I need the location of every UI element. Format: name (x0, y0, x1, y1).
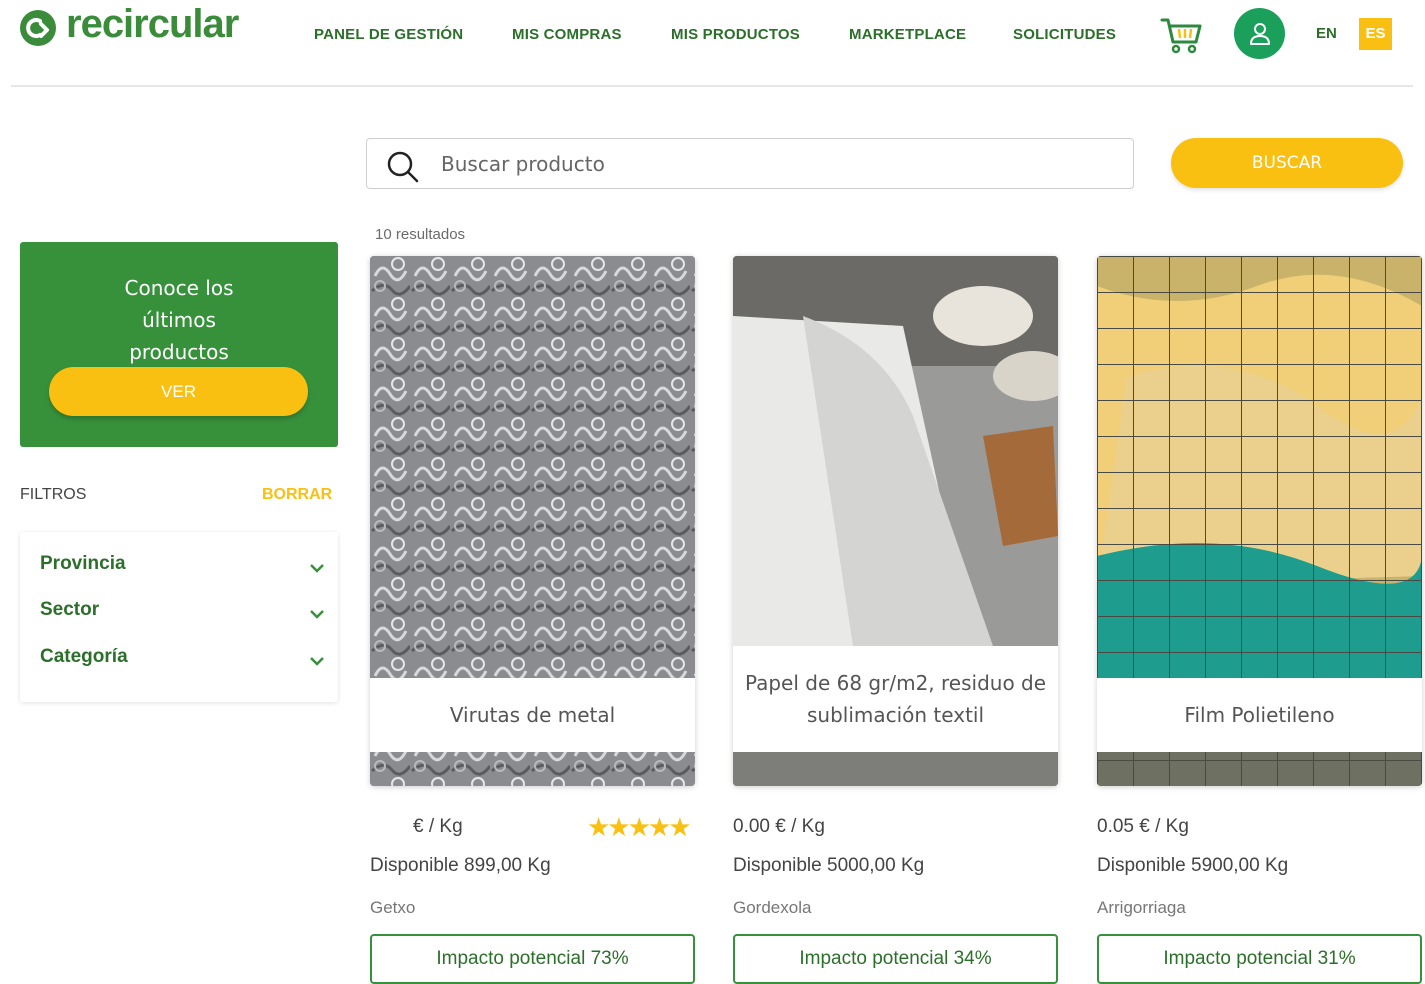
brand-name: recircular (66, 2, 239, 46)
promo-box: Conoce los últimos productos VER (20, 242, 338, 447)
filters-box: Provincia Sector Categoría (20, 532, 338, 702)
user-icon (1250, 23, 1270, 45)
filter-provincia[interactable]: Provincia (40, 553, 325, 583)
header-divider (11, 85, 1413, 87)
product-city: Arrigorriaga (1097, 898, 1186, 917)
filter-label: Sector (40, 599, 100, 620)
filter-sector[interactable]: Sector (40, 599, 325, 629)
product-price: 0.00 € / Kg (733, 816, 825, 837)
promo-text: Conoce los últimos productos (124, 276, 234, 364)
impact-button[interactable]: Impacto potencial 34% (733, 934, 1058, 984)
filter-categoria[interactable]: Categoría (40, 646, 325, 676)
filter-label: Categoría (40, 646, 128, 667)
header: recircular PANEL DE GESTIÓN MIS COMPRAS … (0, 0, 1425, 86)
results-count: 10 resultados (375, 226, 466, 243)
product-title: Virutas de metal (449, 703, 616, 727)
product-title-box: Virutas de metal (370, 678, 695, 752)
chevron-down-icon (310, 610, 324, 619)
nav-mis-compras[interactable]: MIS COMPRAS (512, 26, 622, 43)
product-card[interactable]: Papel de 68 gr/m2, residuo de sublimació… (733, 256, 1058, 786)
logo[interactable]: recircular (20, 2, 239, 47)
product-availability: Disponible 5900,00 Kg (1097, 855, 1289, 876)
impact-button[interactable]: Impacto potencial 73% (370, 934, 695, 984)
product-card[interactable]: Virutas de metal (370, 256, 695, 786)
impact-button[interactable]: Impacto potencial 31% (1097, 934, 1422, 984)
product-availability: Disponible 899,00 Kg (370, 855, 551, 876)
promo-ver-button[interactable]: VER (49, 367, 308, 416)
search-icon (387, 151, 419, 183)
product-rating-stars: ★★★★★ (587, 812, 692, 842)
search-input[interactable] (441, 149, 1101, 179)
product-title-box: Film Polietileno (1097, 678, 1422, 752)
search-box[interactable] (366, 138, 1134, 189)
product-price: € / Kg (413, 816, 463, 837)
filters-title: FILTROS (20, 486, 87, 503)
product-title: Papel de 68 gr/m2, residuo de sublimació… (744, 671, 1047, 727)
filter-label: Provincia (40, 553, 126, 574)
cart-icon[interactable] (1160, 14, 1204, 56)
nav-mis-productos[interactable]: MIS PRODUCTOS (671, 26, 800, 43)
product-title-box: Papel de 68 gr/m2, residuo de sublimació… (733, 646, 1058, 752)
search-button[interactable]: BUSCAR (1171, 138, 1403, 188)
chevron-down-icon (310, 564, 324, 573)
product-card[interactable]: Film Polietileno (1097, 256, 1422, 786)
filters-clear-button[interactable]: BORRAR (262, 486, 332, 504)
product-city: Getxo (370, 898, 416, 917)
nav-solicitudes[interactable]: SOLICITUDES (1013, 26, 1116, 43)
product-price: 0.05 € / Kg (1097, 816, 1189, 837)
product-title: Film Polietileno (1184, 703, 1335, 727)
nav-marketplace[interactable]: MARKETPLACE (849, 26, 966, 43)
user-account-button[interactable] (1234, 8, 1285, 59)
chevron-down-icon (310, 657, 324, 666)
logo-icon (20, 9, 56, 46)
lang-en[interactable]: EN (1316, 25, 1337, 42)
product-availability: Disponible 5000,00 Kg (733, 855, 925, 876)
product-city: Gordexola (733, 898, 812, 917)
lang-es[interactable]: ES (1359, 18, 1392, 50)
nav-panel-gestion[interactable]: PANEL DE GESTIÓN (314, 26, 463, 43)
